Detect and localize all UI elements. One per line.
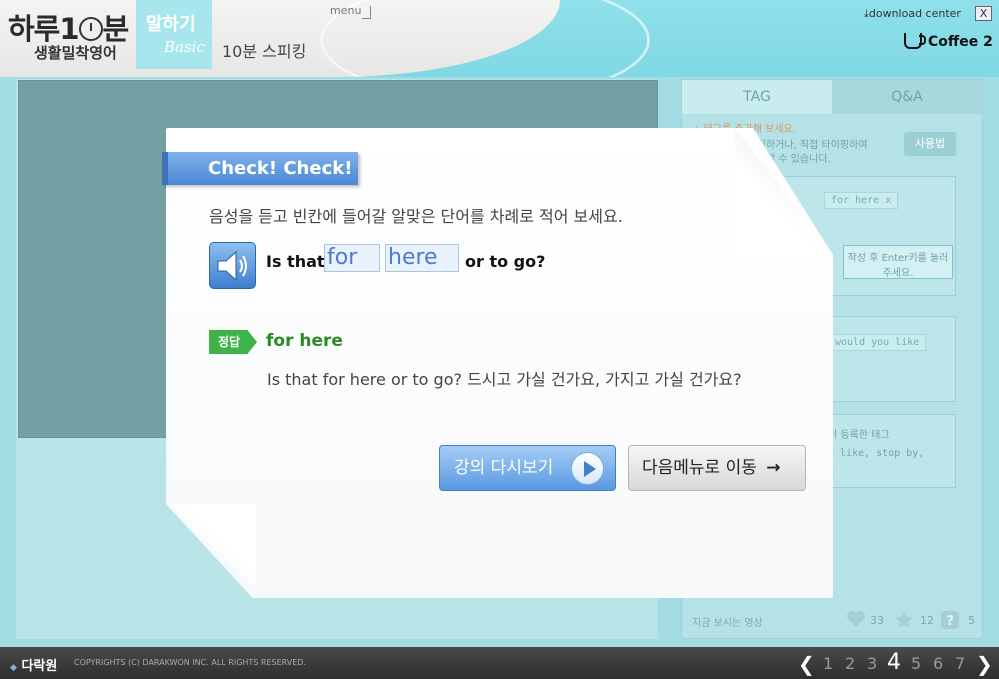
- tag-chip-label: for here: [831, 195, 880, 206]
- page-4-current[interactable]: 4: [887, 650, 901, 675]
- copyright-text: COPYRIGHTS (C) DARAKWON INC. ALL RIGHTS …: [74, 658, 307, 667]
- download-center-link[interactable]: ⤓download center: [864, 7, 961, 21]
- answer-badge: 정답: [209, 330, 257, 354]
- tab-tag[interactable]: TAG: [682, 80, 832, 114]
- download-label: download center: [868, 7, 961, 20]
- logo-subtitle: 생활밀착영어: [34, 44, 117, 62]
- play-audio-button[interactable]: [209, 242, 256, 289]
- darakwon-logo-text: 다락원: [21, 659, 58, 674]
- like-count: 33: [870, 614, 884, 627]
- arrow-right-icon: →: [766, 458, 781, 478]
- clock-icon: [78, 17, 103, 41]
- logo-text: 하루1: [8, 12, 80, 46]
- registered-tags-title: 이 등록한 태그: [828, 430, 890, 441]
- blank-input-2[interactable]: here: [385, 244, 459, 272]
- star-icon[interactable]: [894, 610, 913, 628]
- star-count: 12: [920, 614, 934, 627]
- side-tabs: TAG Q&A: [682, 80, 982, 114]
- check-check-badge: Check! Check!: [162, 152, 358, 185]
- coffee-label: Coffee 2: [928, 34, 993, 50]
- tab-speaking-level: Basic: [164, 38, 205, 56]
- tag-chip[interactable]: for here x: [824, 192, 899, 209]
- page-3[interactable]: 3: [867, 654, 877, 673]
- now-watching-label: 지금 보시는 영상: [692, 618, 763, 629]
- tab-qa[interactable]: Q&A: [832, 80, 982, 114]
- logo-text-end: 분: [102, 12, 130, 46]
- tag-remove-icon[interactable]: x: [885, 195, 891, 206]
- page-7[interactable]: 7: [955, 654, 965, 673]
- page-1[interactable]: 1: [823, 654, 833, 673]
- sentence-start: Is that: [266, 252, 325, 271]
- check-dialog: [166, 128, 833, 598]
- answer-text: for here: [266, 331, 343, 351]
- question-icon[interactable]: ?: [940, 610, 959, 629]
- svg-text:?: ?: [946, 614, 954, 629]
- registered-tags-list: o like, stop by,: [828, 448, 925, 459]
- close-button[interactable]: X: [975, 6, 992, 21]
- page-5[interactable]: 5: [911, 654, 921, 673]
- next-menu-button[interactable]: 다음메뉴로 이동 →: [628, 445, 806, 491]
- enter-hint-tooltip: 작성 후 Enter키를 눌러 주세요.: [843, 245, 953, 279]
- page-6[interactable]: 6: [933, 654, 943, 673]
- play-icon: [571, 452, 604, 485]
- next-menu-label: 다음메뉴로 이동: [642, 458, 757, 478]
- answer-translation: Is that for here or to go? 드시고 가실 건가요, 가…: [267, 370, 742, 389]
- darakwon-logo: ◆ 다락원: [10, 655, 57, 674]
- darakwon-mark-icon: ◆: [10, 663, 17, 673]
- replay-lecture-button[interactable]: 강의 다시보기: [439, 445, 616, 491]
- tab-speaking-label: 말하기: [146, 14, 196, 35]
- page-subtitle: 10분 스피킹: [222, 42, 307, 61]
- tab-speaking[interactable]: 말하기 Basic: [136, 0, 212, 69]
- app-logo[interactable]: 하루1 분 생활밀착영어: [8, 6, 133, 70]
- question-count: 5: [968, 614, 975, 627]
- blank-input-1[interactable]: for: [324, 244, 380, 272]
- menu-button[interactable]: menu: [330, 4, 372, 19]
- prev-page-arrow-icon[interactable]: ❮: [798, 652, 815, 676]
- coffee-indicator: Coffee 2: [904, 33, 993, 50]
- coffee-cup-icon: [904, 33, 926, 49]
- footer-bar: ◆ 다락원 COPYRIGHTS (C) DARAKWON INC. ALL R…: [0, 647, 999, 679]
- page-2[interactable]: 2: [845, 654, 855, 673]
- heart-icon[interactable]: [846, 610, 865, 628]
- header: 하루1 분 생활밀착영어 말하기 Basic 10분 스피킹 menu ⤓down…: [0, 0, 999, 77]
- popular-tag[interactable]: would you like: [828, 334, 927, 351]
- how-to-use-button[interactable]: 사용법: [904, 132, 956, 156]
- next-page-arrow-icon[interactable]: ❯: [976, 652, 993, 676]
- instruction-text: 음성을 듣고 빈칸에 들어갈 알맞은 단어를 차례로 적어 보세요.: [209, 207, 623, 226]
- speaker-icon: [217, 250, 247, 282]
- replay-lecture-label: 강의 다시보기: [454, 458, 554, 478]
- sentence-end: or to go?: [465, 252, 546, 271]
